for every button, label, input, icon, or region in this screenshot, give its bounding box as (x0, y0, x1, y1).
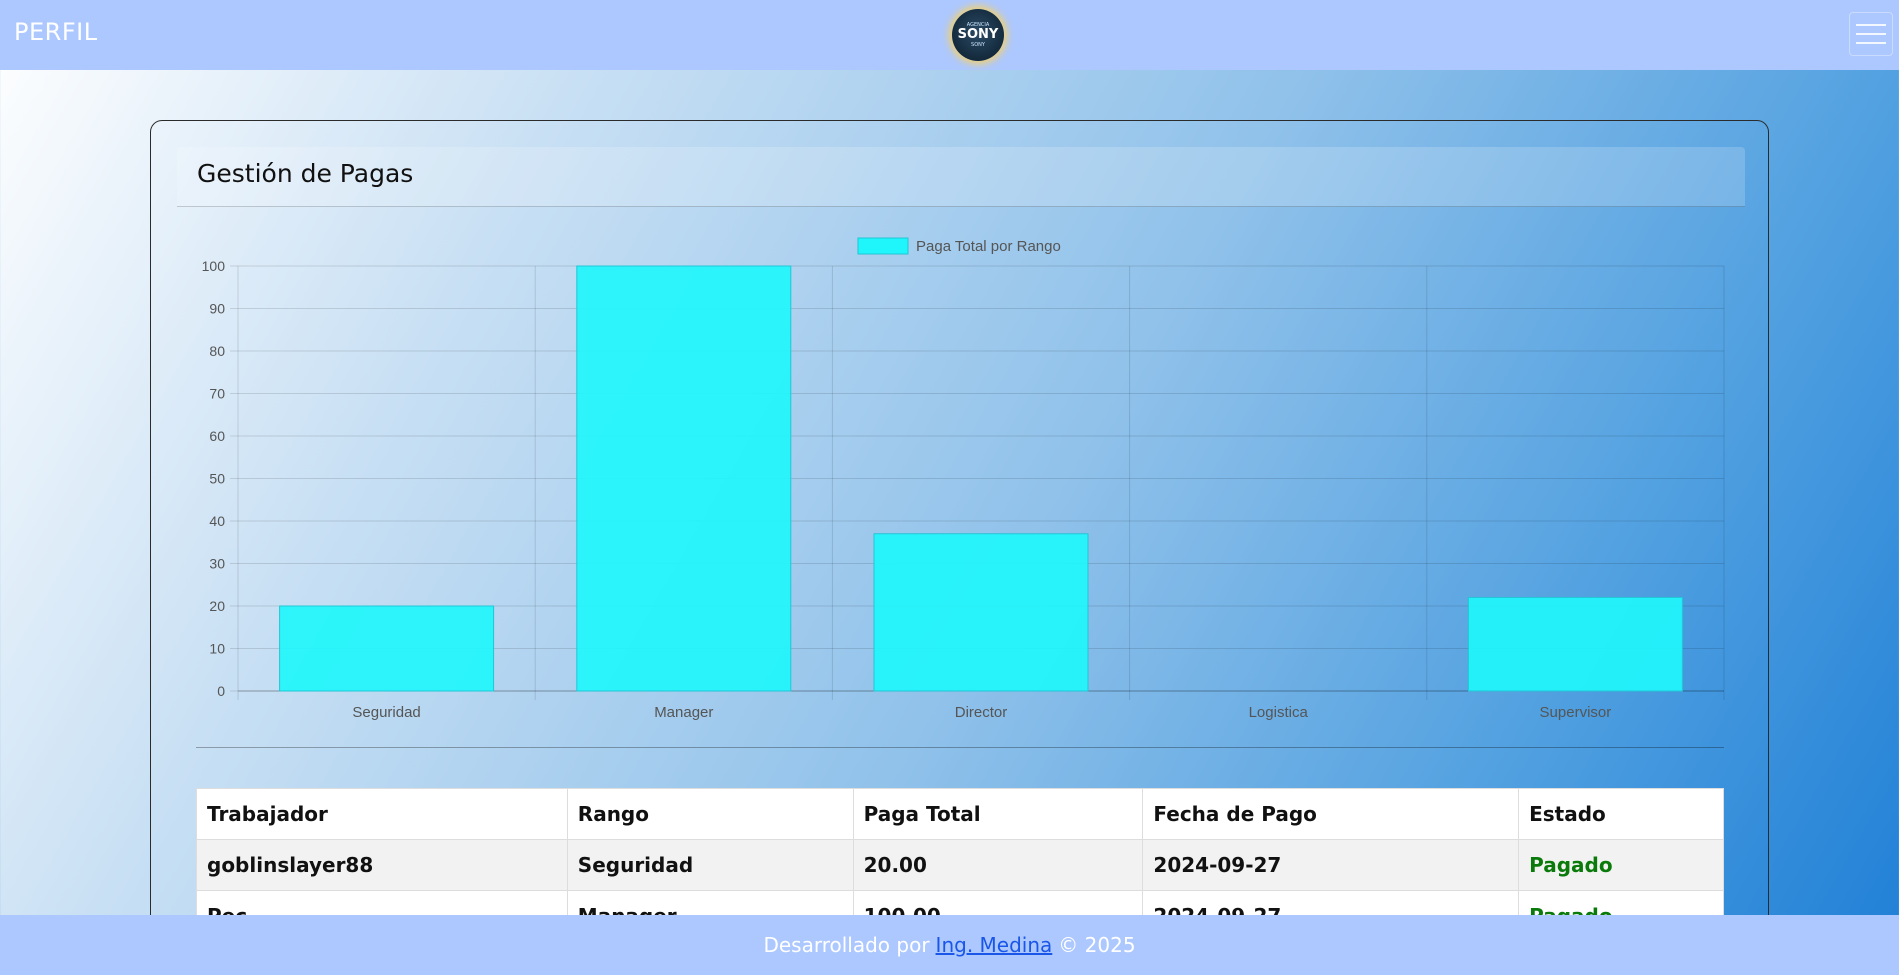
bar-seguridad (279, 605, 495, 692)
cell-paga-total: 100.00 (852, 890, 1144, 915)
cell-trabajador: Pec (196, 890, 568, 915)
hamburger-line (1856, 42, 1886, 44)
logo-bottom-text: SONY (971, 42, 985, 48)
y-tick-label: 60 (209, 428, 225, 444)
footer: Desarrollado por Ing. Medina © 2025 (0, 915, 1899, 975)
y-tick-label: 0 (217, 683, 225, 699)
bar-manager (576, 265, 792, 692)
table-row[interactable]: Pec Manager 100.00 2024-09-27 Pagado (196, 890, 1724, 915)
cell-estado: Pagado (1518, 839, 1724, 891)
hamburger-menu-icon[interactable] (1849, 12, 1893, 56)
legend-swatch (857, 237, 909, 255)
bar-supervisor (1467, 597, 1683, 692)
header-fecha-de-pago[interactable]: Fecha de Pago (1142, 788, 1520, 840)
x-tick-label: Seguridad (352, 704, 420, 721)
header-rango[interactable]: Rango (566, 788, 854, 840)
y-tick-label: 30 (209, 556, 225, 572)
header-estado[interactable]: Estado (1518, 788, 1724, 840)
cell-paga-total: 20.00 (852, 839, 1144, 891)
y-tick-label: 40 (209, 513, 225, 529)
cell-rango: Manager (566, 890, 854, 915)
cell-fecha-de-pago: 2024-09-27 (1142, 890, 1520, 915)
payments-table-container[interactable]: Trabajador Rango Paga Total Fecha de Pag… (196, 788, 1724, 915)
y-tick-label: 100 (202, 258, 226, 274)
profile-brand-link[interactable]: PERFIL (14, 18, 98, 46)
card-header: Gestión de Pagas (177, 147, 1745, 207)
hamburger-line (1856, 33, 1886, 35)
x-tick-label: Logistica (1249, 704, 1309, 721)
y-tick-label: 80 (209, 343, 225, 359)
x-tick-label: Director (955, 704, 1008, 721)
y-tick-label: 20 (209, 598, 225, 614)
footer-author-link[interactable]: Ing. Medina (936, 933, 1053, 957)
cell-rango: Seguridad (566, 839, 854, 891)
y-tick-label: 10 (209, 641, 225, 657)
cell-fecha-de-pago: 2024-09-27 (1142, 839, 1520, 891)
y-tick-label: 90 (209, 301, 225, 317)
card-title: Gestión de Pagas (197, 159, 414, 188)
sony-logo[interactable]: AGENCIA SONY SONY (952, 9, 1004, 61)
x-tick-label: Manager (654, 704, 713, 721)
footer-prefix: Desarrollado por (763, 933, 930, 957)
pay-by-rank-chart: 0 10 20 30 40 50 60 70 80 90 100 Seguridad Manager Di… (202, 237, 1725, 721)
table-row[interactable]: goblinslayer88 Seguridad 20.00 2024-09-2… (196, 839, 1724, 891)
cell-trabajador: goblinslayer88 (196, 839, 568, 891)
section-divider (196, 747, 1724, 748)
bar-director (873, 533, 1089, 692)
hamburger-line (1856, 24, 1886, 26)
navbar: PERFIL AGENCIA SONY SONY (0, 0, 1899, 70)
header-paga-total[interactable]: Paga Total (852, 788, 1144, 840)
legend-label: Paga Total por Rango (916, 238, 1061, 255)
x-tick-label: Supervisor (1540, 704, 1612, 721)
header-trabajador[interactable]: Trabajador (196, 788, 568, 840)
y-tick-label: 70 (209, 386, 225, 402)
y-tick-label: 50 (209, 471, 225, 487)
table-header-row: Trabajador Rango Paga Total Fecha de Pag… (196, 788, 1724, 840)
cell-estado: Pagado (1518, 890, 1724, 915)
footer-copyright: © 2025 (1058, 933, 1136, 957)
logo-main-text: SONY (957, 27, 999, 42)
payments-table: Trabajador Rango Paga Total Fecha de Pag… (196, 788, 1724, 915)
